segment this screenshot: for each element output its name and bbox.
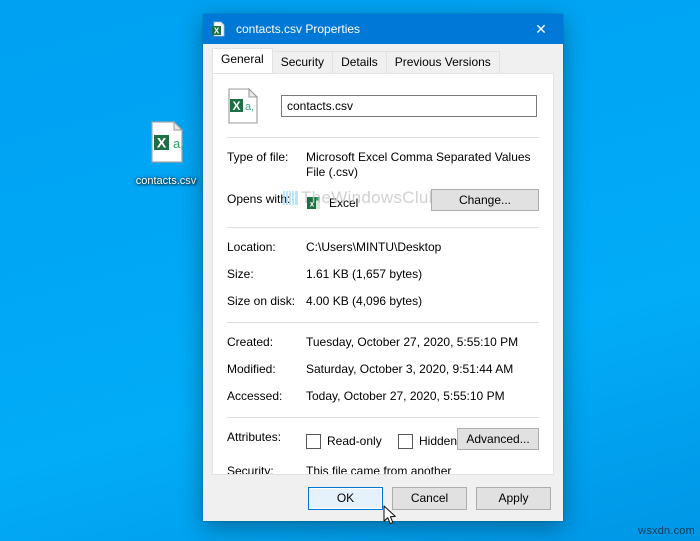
attribute-rows: Attributes: Read-only Hidden Advanced... bbox=[213, 430, 553, 475]
tab-general[interactable]: General bbox=[212, 48, 273, 73]
svg-text:X: X bbox=[232, 99, 240, 113]
size-on-disk-label: Size on disk: bbox=[227, 294, 306, 309]
tab-details[interactable]: Details bbox=[332, 51, 387, 74]
desktop-background: X a, contacts.csv wsxdn.com X contacts.c… bbox=[0, 0, 700, 541]
size-value: 1.61 KB (1,657 bytes) bbox=[306, 267, 539, 282]
advanced-button[interactable]: Advanced... bbox=[457, 428, 539, 450]
attributes-label: Attributes: bbox=[227, 430, 306, 445]
excel-csv-file-icon: X a, bbox=[126, 118, 206, 171]
type-of-file-label: Type of file: bbox=[227, 150, 306, 165]
hidden-label: Hidden bbox=[419, 434, 457, 449]
svg-text:a,: a, bbox=[245, 101, 254, 113]
svg-text:X: X bbox=[214, 26, 220, 35]
filename-row: X a, bbox=[213, 74, 553, 124]
row-location: Location: C:\Users\MINTU\Desktop bbox=[227, 240, 539, 255]
type-of-file-value: Microsoft Excel Comma Separated Values F… bbox=[306, 150, 539, 180]
security-label: Security: bbox=[227, 464, 306, 475]
checkbox-box-icon bbox=[306, 434, 321, 449]
properties-dialog: X contacts.csv Properties ✕ General Secu… bbox=[203, 14, 563, 521]
change-button[interactable]: Change... bbox=[431, 189, 539, 211]
filename-input[interactable] bbox=[281, 95, 537, 117]
row-created: Created: Tuesday, October 27, 2020, 5:55… bbox=[227, 335, 539, 350]
desktop-icon-contacts-csv[interactable]: X a, contacts.csv bbox=[126, 118, 206, 189]
row-opens-with: Opens with: x Excel Change... bbox=[227, 192, 539, 214]
created-value: Tuesday, October 27, 2020, 5:55:10 PM bbox=[306, 335, 539, 350]
divider-top bbox=[227, 137, 539, 138]
close-icon[interactable]: ✕ bbox=[519, 14, 563, 44]
checkbox-box-icon bbox=[398, 434, 413, 449]
tab-page-general: TheWindowsClub X a, Type of fi bbox=[212, 73, 554, 475]
opens-with-app-name: Excel bbox=[329, 196, 358, 211]
tab-security[interactable]: Security bbox=[272, 51, 333, 74]
row-attributes: Attributes: Read-only Hidden Advanced... bbox=[227, 430, 539, 452]
desktop-icon-label: contacts.csv bbox=[136, 175, 197, 188]
row-security: Security: This file came from another co… bbox=[227, 464, 539, 475]
row-accessed: Accessed: Today, October 27, 2020, 5:55:… bbox=[227, 389, 539, 404]
created-label: Created: bbox=[227, 335, 306, 350]
dialog-titlebar[interactable]: X contacts.csv Properties ✕ bbox=[203, 14, 563, 44]
size-label: Size: bbox=[227, 267, 306, 282]
attributes-value-group: Read-only Hidden Advanced... bbox=[306, 430, 539, 452]
location-rows: Location: C:\Users\MINTU\Desktop Size: 1… bbox=[213, 240, 553, 309]
accessed-label: Accessed: bbox=[227, 389, 306, 404]
dialog-footer: OK Cancel Apply bbox=[203, 475, 563, 521]
titlebar-excel-csv-file-icon: X bbox=[211, 21, 227, 37]
divider-after-size bbox=[227, 322, 539, 323]
readonly-label: Read-only bbox=[327, 434, 382, 449]
security-value-group: This file came from another computer and… bbox=[306, 464, 544, 475]
cancel-button[interactable]: Cancel bbox=[392, 487, 467, 510]
svg-text:x: x bbox=[310, 200, 315, 209]
dialog-title: contacts.csv Properties bbox=[236, 22, 519, 36]
divider-after-opens-with bbox=[227, 227, 539, 228]
divider-after-dates bbox=[227, 417, 539, 418]
row-size: Size: 1.61 KB (1,657 bytes) bbox=[227, 267, 539, 282]
page-watermark: wsxdn.com bbox=[638, 525, 695, 537]
modified-label: Modified: bbox=[227, 362, 306, 377]
security-message: This file came from another computer and… bbox=[306, 464, 474, 475]
properties-rows: Type of file: Microsoft Excel Comma Sepa… bbox=[213, 150, 553, 214]
hidden-checkbox[interactable]: Hidden bbox=[398, 434, 457, 449]
svg-text:X: X bbox=[157, 135, 167, 151]
modified-value: Saturday, October 3, 2020, 9:51:44 AM bbox=[306, 362, 539, 377]
excel-app-icon: x bbox=[306, 195, 322, 211]
excel-csv-file-large-icon: X a, bbox=[227, 88, 259, 124]
location-value: C:\Users\MINTU\Desktop bbox=[306, 240, 539, 255]
svg-text:a,: a, bbox=[173, 136, 184, 151]
tab-previous-versions[interactable]: Previous Versions bbox=[386, 51, 500, 74]
ok-button[interactable]: OK bbox=[308, 487, 383, 510]
row-type-of-file: Type of file: Microsoft Excel Comma Sepa… bbox=[227, 150, 539, 180]
row-size-on-disk: Size on disk: 4.00 KB (4,096 bytes) bbox=[227, 294, 539, 309]
readonly-checkbox[interactable]: Read-only bbox=[306, 434, 398, 449]
apply-button[interactable]: Apply bbox=[476, 487, 551, 510]
date-rows: Created: Tuesday, October 27, 2020, 5:55… bbox=[213, 335, 553, 404]
opens-with-label: Opens with: bbox=[227, 192, 306, 207]
row-modified: Modified: Saturday, October 3, 2020, 9:5… bbox=[227, 362, 539, 377]
size-on-disk-value: 4.00 KB (4,096 bytes) bbox=[306, 294, 539, 309]
tab-strip: General Security Details Previous Versio… bbox=[203, 44, 563, 73]
location-label: Location: bbox=[227, 240, 306, 255]
opens-with-value-group: x Excel Change... bbox=[306, 192, 539, 214]
accessed-value: Today, October 27, 2020, 5:55:10 PM bbox=[306, 389, 539, 404]
